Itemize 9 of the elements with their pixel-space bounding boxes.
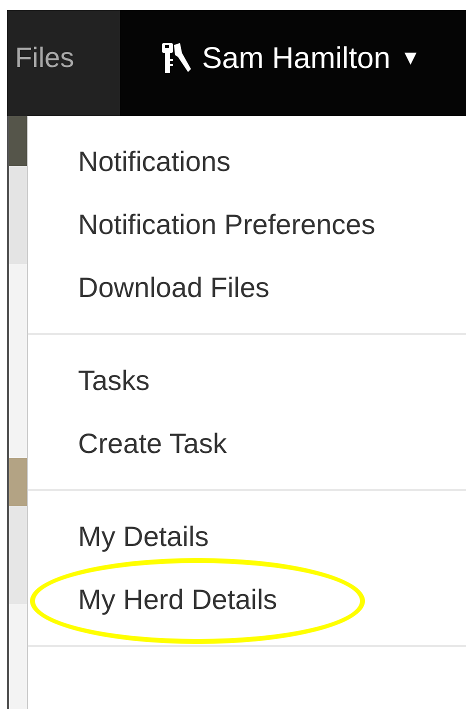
menu-item[interactable]: Notification Preferences (28, 193, 466, 256)
menu-item[interactable]: My Herd Details (28, 568, 466, 631)
keys-icon (160, 41, 192, 75)
menu-item[interactable]: My Details (28, 505, 466, 568)
menu-item[interactable]: Notifications (28, 130, 466, 193)
user-menu-toggle[interactable]: Sam Hamilton ▾ (120, 10, 416, 116)
menu-item[interactable]: Download Files (28, 256, 466, 319)
menu-item[interactable]: Create Task (28, 412, 466, 475)
menu-item[interactable]: Tasks (28, 349, 466, 412)
